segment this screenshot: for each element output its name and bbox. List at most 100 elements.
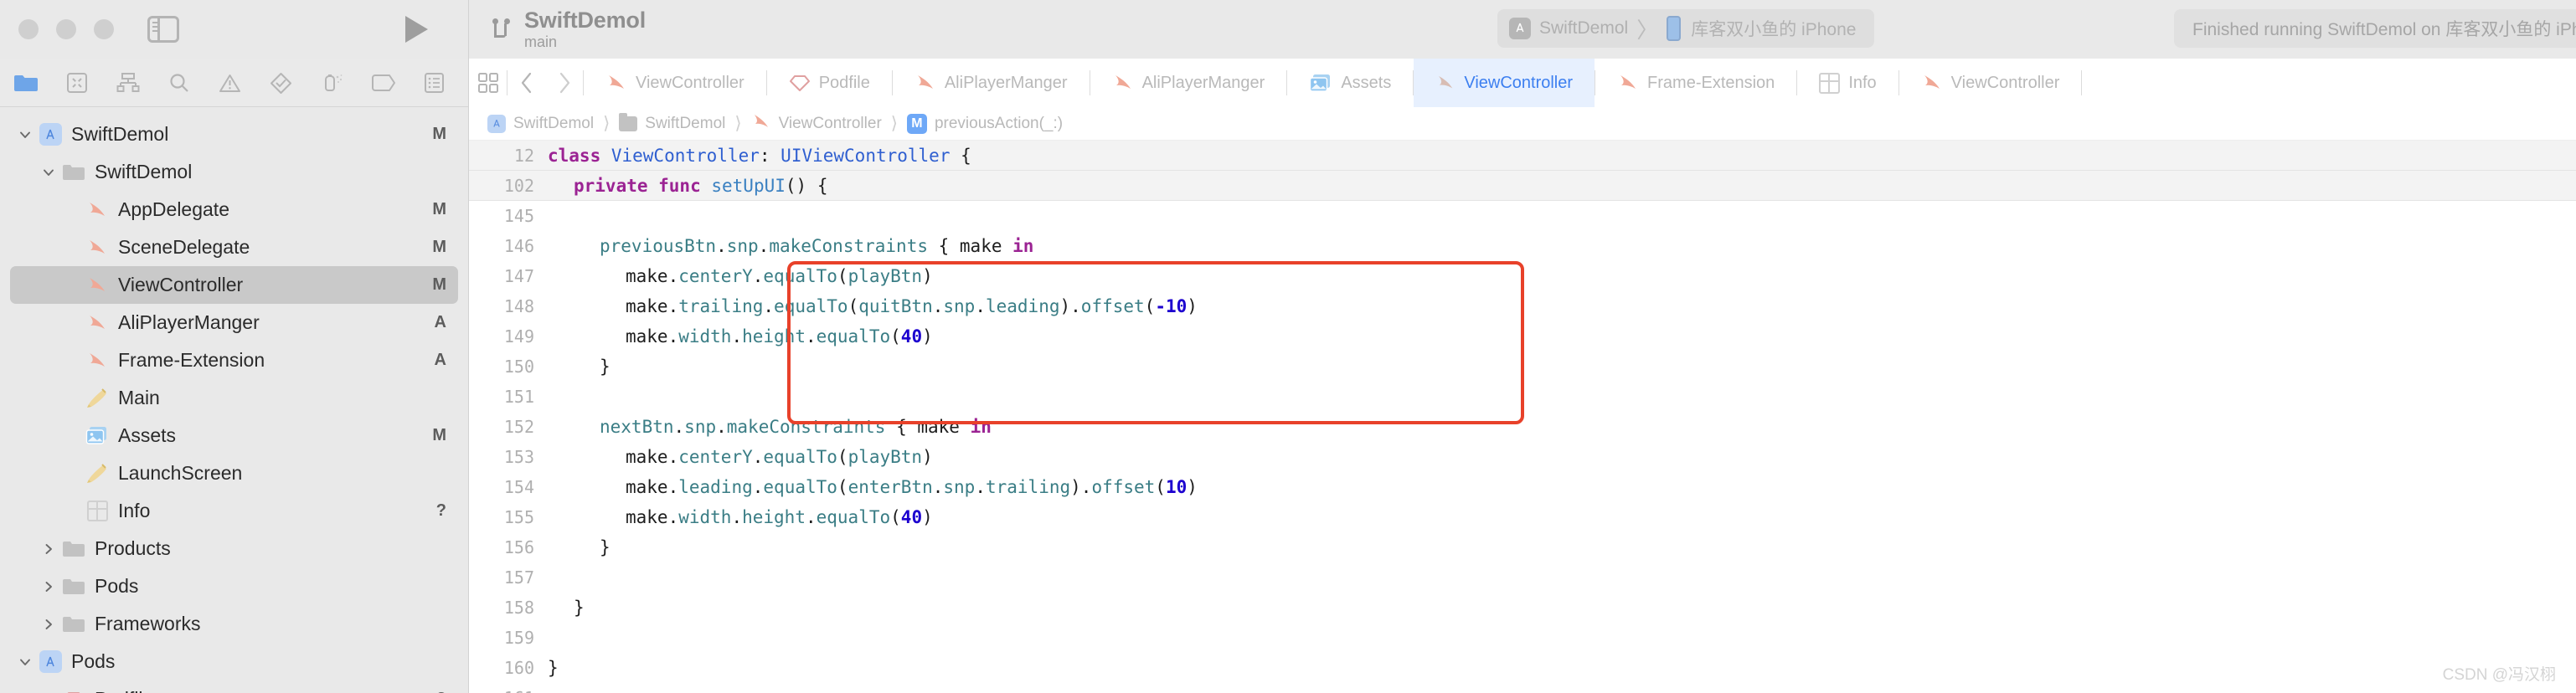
sidebar-item-scenedelegate[interactable]: SceneDelegate M: [10, 228, 458, 266]
test-navigator-icon[interactable]: [255, 59, 307, 107]
chevron-right-icon[interactable]: [40, 578, 57, 595]
code-line[interactable]: 159: [469, 623, 2576, 653]
go-forward-button[interactable]: [545, 59, 583, 107]
swift-icon: [85, 311, 109, 335]
issue-navigator-icon[interactable]: [204, 59, 255, 107]
sidebar-item-swiftdemol[interactable]: SwiftDemol M: [10, 116, 458, 153]
editor-layout-icon[interactable]: [469, 59, 507, 107]
code-line[interactable]: 146 previousBtn.snp.makeConstraints { mak…: [469, 231, 2576, 261]
destination-chooser[interactable]: SwiftDemol 〉 库客双小鱼的 iPhone: [1497, 9, 1875, 48]
chevron-right-icon[interactable]: [40, 541, 57, 557]
code-line[interactable]: 156}: [469, 532, 2576, 562]
sidebar-item-appdelegate[interactable]: AppDelegate M: [10, 191, 458, 228]
tab-aliplayermanger[interactable]: AliPlayerManger: [893, 59, 1090, 107]
find-navigator-icon[interactable]: [153, 59, 204, 107]
sidebar-item-frameworks[interactable]: Frameworks: [10, 605, 458, 643]
sidebar-item-pods[interactable]: Pods: [10, 643, 458, 680]
activity-status-bar[interactable]: Finished running SwiftDemol on 库客双小鱼的 iP…: [2174, 9, 2576, 48]
sidebar-item-info[interactable]: Info?: [10, 492, 458, 530]
code-line[interactable]: 157: [469, 562, 2576, 593]
sidebar-item-aliplayermanger[interactable]: AliPlayerManger A: [10, 304, 458, 341]
close-button[interactable]: [18, 19, 39, 39]
appstore-icon: [39, 123, 62, 146]
code-line[interactable]: 161: [469, 683, 2576, 693]
code-token: ).: [1059, 296, 1081, 316]
status-badge: M: [432, 426, 446, 444]
chevron-down-icon[interactable]: [17, 126, 33, 143]
project-navigator[interactable]: SwiftDemol M SwiftDemol AppDelegate M SceneDe…: [0, 107, 469, 693]
code-token: (: [837, 266, 848, 286]
tab-viewcontroller[interactable]: ViewController: [584, 59, 766, 107]
tab-assets[interactable]: Assets: [1287, 59, 1413, 107]
sidebar-item-frame-extension[interactable]: Frame-Extension A: [10, 341, 458, 379]
code-token: setUpUI: [711, 175, 786, 196]
code-line[interactable]: 155 make.width.height.equalTo(40): [469, 502, 2576, 532]
sidebar-item-viewcontroller[interactable]: ViewController M: [10, 266, 458, 304]
breadcrumb-item-2[interactable]: ViewController: [751, 112, 882, 135]
code-token: playBtn: [848, 447, 923, 467]
sidebar-item-launchscreen[interactable]: LaunchScreen: [10, 454, 458, 492]
window-controls[interactable]: [18, 19, 114, 39]
ruby-icon: [62, 688, 85, 693]
code-token: }: [600, 537, 611, 557]
source-control-navigator-icon[interactable]: [51, 59, 102, 107]
code-line[interactable]: 158}: [469, 593, 2576, 623]
zoom-button[interactable]: [94, 19, 114, 39]
code-token: 10: [1165, 477, 1188, 497]
tab-podfile[interactable]: Podfile: [767, 59, 892, 107]
breadcrumb-item-3[interactable]: M previousAction(_:): [906, 113, 1063, 134]
code-line[interactable]: 154 make.leading.equalTo(enterBtn.snp.tra…: [469, 472, 2576, 502]
code-line[interactable]: 149 make.width.height.equalTo(40): [469, 321, 2576, 352]
code-line[interactable]: 145: [469, 201, 2576, 231]
tab-label: ViewController: [1950, 73, 2060, 92]
breadcrumb-item-1[interactable]: SwiftDemol: [619, 112, 725, 133]
chevron-down-icon[interactable]: [40, 164, 57, 181]
line-number: 12: [513, 145, 534, 166]
code-line[interactable]: 147 make.centerY.equalTo(playBtn): [469, 261, 2576, 291]
source-editor[interactable]: 12 class ViewController: UIViewController…: [469, 141, 2576, 693]
tab-label: AliPlayerManger: [1141, 73, 1265, 92]
minimize-button[interactable]: [56, 19, 76, 39]
tab-info[interactable]: Info: [1797, 59, 1898, 107]
tab-frame-extension[interactable]: Frame-Extension: [1595, 59, 1796, 107]
sidebar-toggle-icon[interactable]: [147, 16, 179, 43]
code-line[interactable]: 152 nextBtn.snp.makeConstraints { make in: [469, 412, 2576, 442]
code-line[interactable]: 148 make.trailing.equalTo(quitBtn.snp.lea…: [469, 291, 2576, 321]
project-navigator-icon[interactable]: [0, 59, 51, 107]
breakpoint-navigator-icon[interactable]: [358, 59, 409, 107]
chevron-down-icon[interactable]: [17, 654, 33, 670]
symbol-navigator-icon[interactable]: [102, 59, 153, 107]
code-token: {: [950, 145, 971, 166]
debug-navigator-icon[interactable]: [307, 59, 358, 107]
code-text: make.centerY.equalTo(playBtn): [548, 266, 933, 286]
tab-aliplayermanger[interactable]: AliPlayerManger: [1090, 59, 1287, 107]
code-line[interactable]: 102 private func setUpUI() {: [469, 171, 2576, 201]
sidebar-item-assets[interactable]: Assets M: [10, 417, 458, 454]
watermark: CSDN @冯汉栩: [2442, 666, 2556, 684]
status-badge: ?: [436, 690, 446, 693]
tab-viewcontroller[interactable]: ViewController: [1899, 59, 2082, 107]
sidebar-item-label: LaunchScreen: [118, 462, 243, 484]
breadcrumb-item-0[interactable]: SwiftDemol: [487, 114, 594, 133]
sidebar-item-main[interactable]: Main: [10, 379, 458, 417]
chevron-right-icon[interactable]: [40, 616, 57, 633]
run-button[interactable]: [405, 16, 428, 43]
sidebar-item-podfile[interactable]: Podfile?: [10, 680, 458, 693]
sidebar-item-swiftdemol[interactable]: SwiftDemol: [10, 153, 458, 191]
go-back-button[interactable]: [507, 59, 545, 107]
scheme-block[interactable]: SwiftDemol main: [489, 8, 646, 50]
code-token: ViewController: [611, 145, 760, 166]
sidebar-item-pods[interactable]: Pods: [10, 567, 458, 605]
code-line[interactable]: 150}: [469, 352, 2576, 382]
sidebar-item-products[interactable]: Products: [10, 530, 458, 567]
code-line[interactable]: 160}: [469, 653, 2576, 683]
code-line[interactable]: 153 make.centerY.equalTo(playBtn): [469, 442, 2576, 472]
tab-viewcontroller[interactable]: ViewController: [1414, 59, 1595, 107]
report-navigator-icon[interactable]: [409, 59, 460, 107]
code-token: ): [922, 507, 933, 527]
code-line[interactable]: 12 class ViewController: UIViewController…: [469, 141, 2576, 171]
code-line[interactable]: 151: [469, 382, 2576, 412]
code-token: centerY: [678, 447, 753, 467]
code-token: .: [758, 236, 770, 256]
